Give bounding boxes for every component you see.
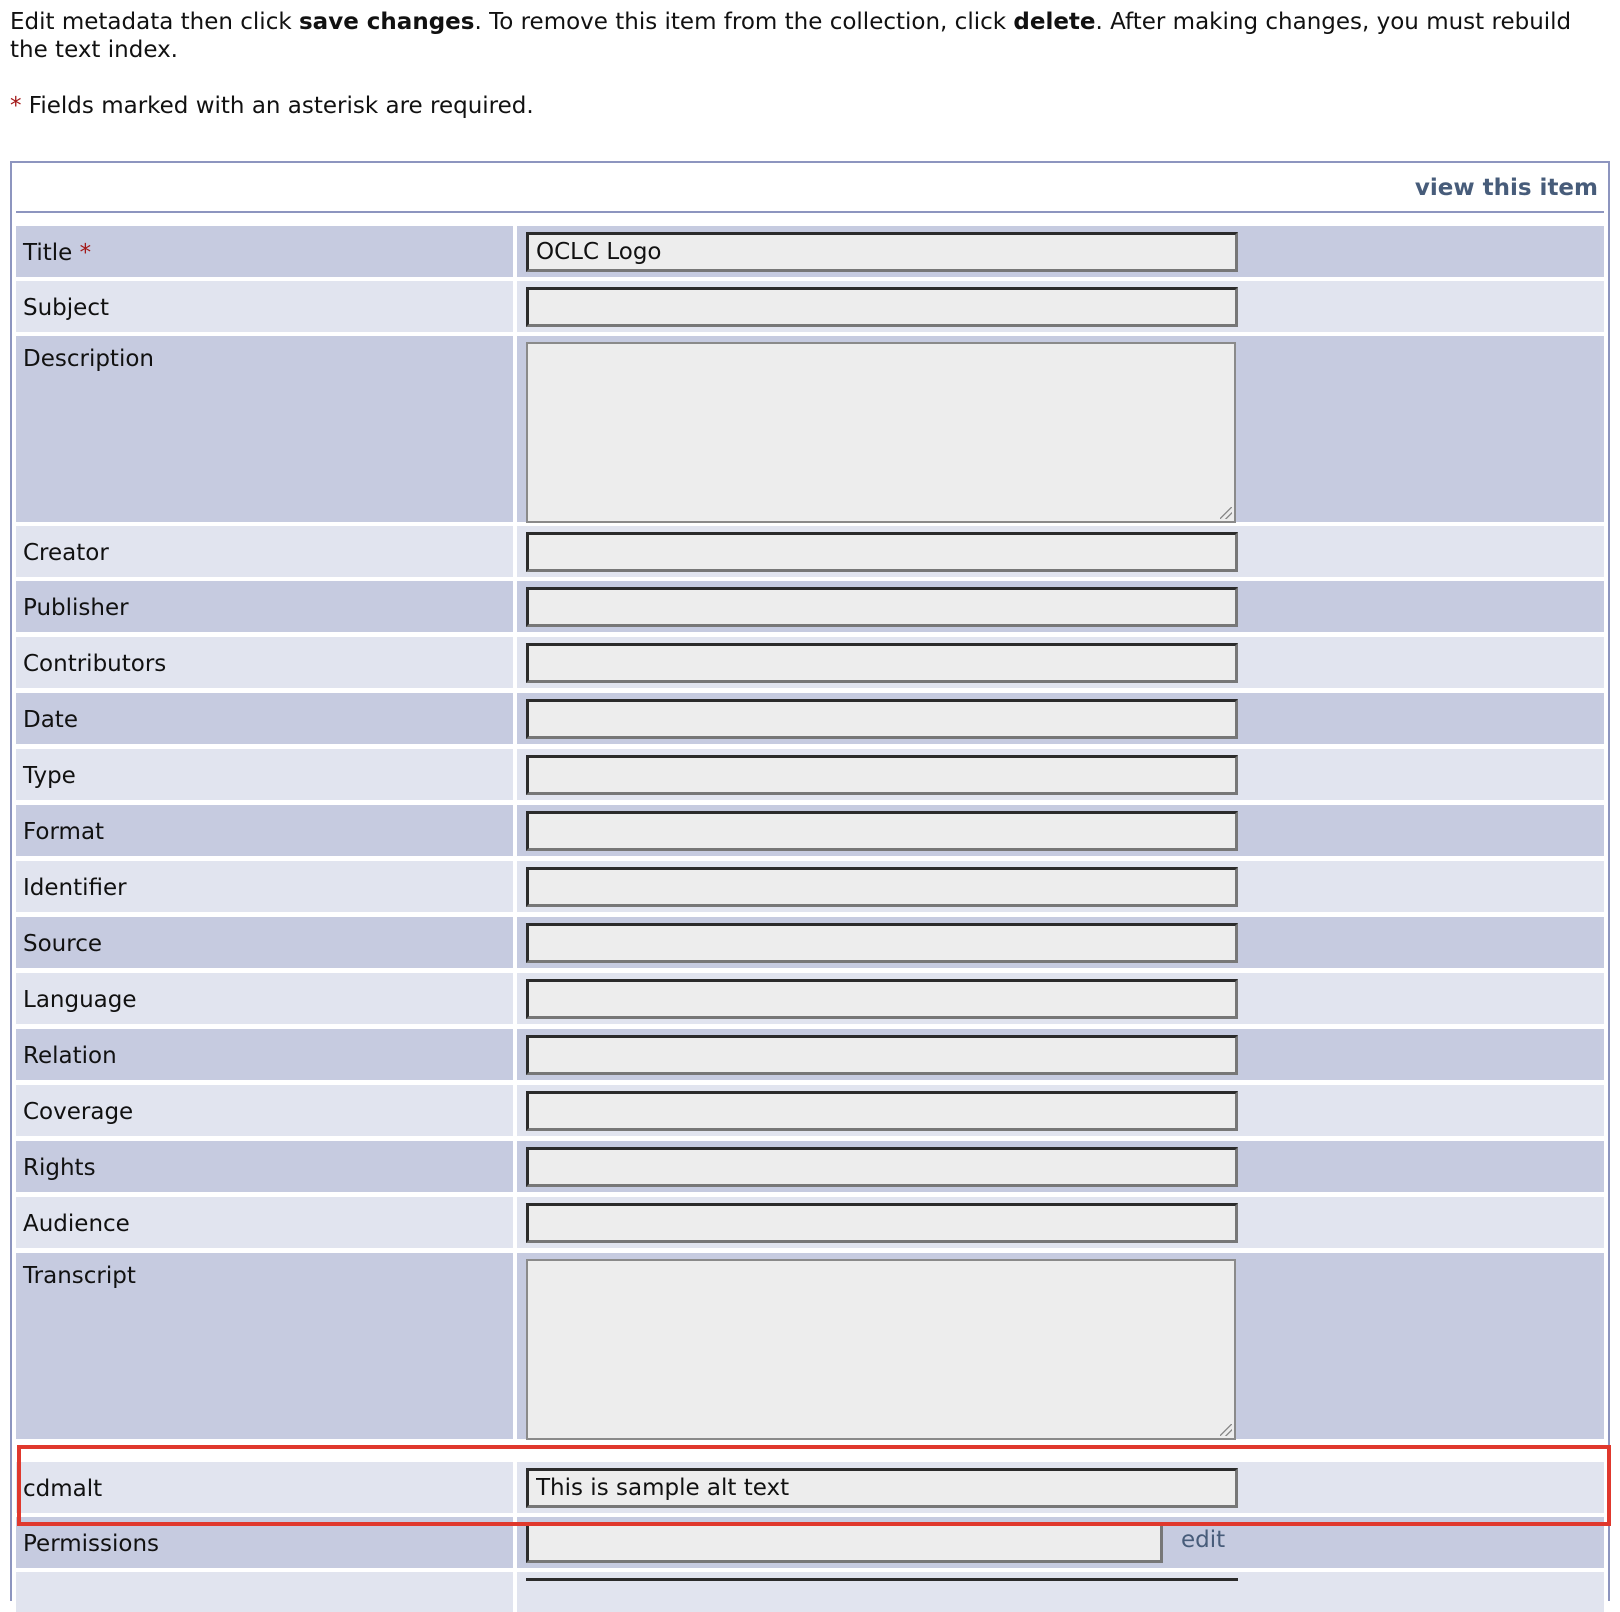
view-this-item-link[interactable]: view this item (1415, 175, 1598, 201)
field-label-identifier: Identifier (16, 861, 513, 912)
field-row-audience: Audience (16, 1197, 1604, 1248)
field-row-publisher: Publisher (16, 581, 1604, 632)
field-label-type: Type (16, 749, 513, 800)
field-row-subject: Subject (16, 281, 1604, 332)
type-input[interactable] (526, 755, 1238, 795)
field-row-title: Title * (16, 226, 1604, 277)
audience-input[interactable] (526, 1203, 1238, 1243)
field-label-cdmalt: cdmalt (16, 1462, 513, 1513)
resize-grip-icon[interactable] (1220, 507, 1232, 519)
field-label-title: Title * (16, 226, 513, 277)
format-input[interactable] (526, 811, 1238, 851)
date-input[interactable] (526, 699, 1238, 739)
subject-input[interactable] (526, 287, 1238, 327)
field-label-source: Source (16, 917, 513, 968)
required-asterisk: * (79, 240, 92, 266)
field-label-contributors: Contributors (16, 637, 513, 688)
field-row-date: Date (16, 693, 1604, 744)
description-textarea[interactable] (526, 342, 1236, 523)
field-label-coverage: Coverage (16, 1085, 513, 1136)
field-row-source: Source (16, 917, 1604, 968)
required-asterisk: * (10, 93, 22, 119)
field-label-transcript: Transcript (16, 1253, 513, 1439)
cdmalt-input[interactable] (526, 1468, 1238, 1508)
permissions-edit-link[interactable]: edit (1181, 1527, 1225, 1553)
rights-input[interactable] (526, 1147, 1238, 1187)
field-label-format: Format (16, 805, 513, 856)
field-label-subject: Subject (16, 281, 513, 332)
resize-grip-icon[interactable] (1220, 1424, 1232, 1436)
transcript-textarea[interactable] (526, 1259, 1236, 1440)
panel-header: view this item (16, 163, 1604, 213)
field-row-format: Format (16, 805, 1604, 856)
contributors-input[interactable] (526, 643, 1238, 683)
field-row-contributors: Contributors (16, 637, 1604, 688)
creator-input[interactable] (526, 532, 1238, 572)
field-row-rights: Rights (16, 1141, 1604, 1192)
field-label-audience: Audience (16, 1197, 513, 1248)
field-label-date: Date (16, 693, 513, 744)
relation-input[interactable] (526, 1035, 1238, 1075)
field-row-coverage: Coverage (16, 1085, 1604, 1136)
field-row-transcript: Transcript (16, 1253, 1604, 1440)
field-label-publisher: Publisher (16, 581, 513, 632)
publisher-input[interactable] (526, 587, 1238, 627)
field-row-cdmalt: cdmalt (16, 1462, 1604, 1513)
field-label-language: Language (16, 973, 513, 1024)
metadata-form-panel: view this item Title * Subject Descripti… (10, 161, 1610, 1612)
field-label-creator: Creator (16, 526, 513, 577)
delete-emphasis: delete (1013, 9, 1096, 35)
field-label-rights: Rights (16, 1141, 513, 1192)
language-input[interactable] (526, 979, 1238, 1019)
field-row-relation: Relation (16, 1029, 1604, 1080)
field-row-permissions: Permissions edit (16, 1517, 1604, 1568)
field-label-description: Description (16, 336, 513, 522)
save-changes-emphasis: save changes (298, 9, 475, 35)
identifier-input[interactable] (526, 867, 1238, 907)
field-row-identifier: Identifier (16, 861, 1604, 912)
title-input[interactable] (526, 232, 1238, 272)
source-input[interactable] (526, 923, 1238, 963)
field-row-type: Type (16, 749, 1604, 800)
required-fields-note: * Fields marked with an asterisk are req… (10, 93, 534, 119)
field-label-relation: Relation (16, 1029, 513, 1080)
field-row-description: Description (16, 336, 1604, 523)
field-row-next (16, 1572, 1604, 1612)
coverage-input[interactable] (526, 1091, 1238, 1131)
field-label-permissions: Permissions (16, 1517, 513, 1568)
permissions-input[interactable] (526, 1523, 1163, 1563)
instructions-text: Edit metadata then click save changes. T… (10, 9, 1572, 63)
field-row-creator: Creator (16, 526, 1604, 577)
field-row-language: Language (16, 973, 1604, 1024)
